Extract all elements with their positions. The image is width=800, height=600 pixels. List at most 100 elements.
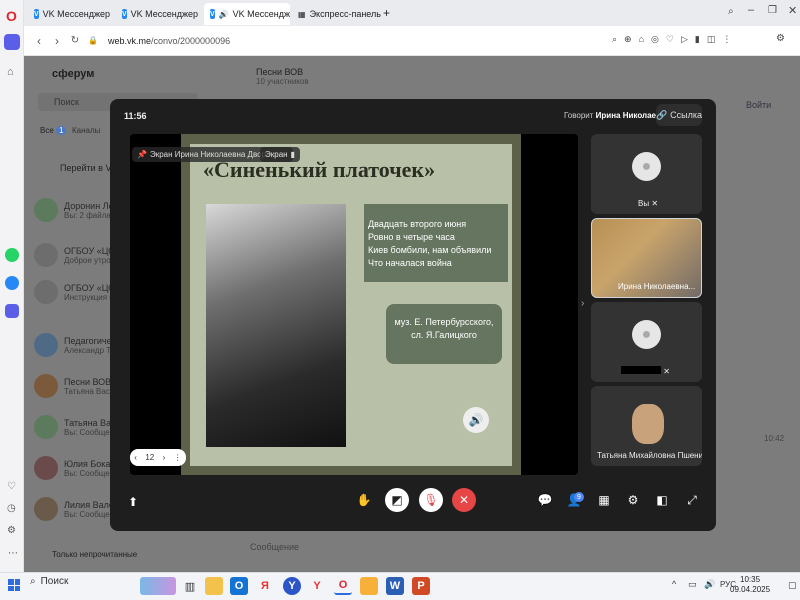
avatar — [34, 280, 58, 304]
end-call-button[interactable]: ✕ — [452, 488, 476, 512]
pip-icon[interactable]: ◧ — [650, 488, 674, 512]
mic-off-button[interactable]: 🎙 — [419, 488, 443, 512]
tab-vk-3[interactable]: V 🔊 VK Мессенджер — [204, 3, 290, 25]
volume-icon[interactable]: 🔊 — [704, 579, 715, 590]
vk-icon: V — [210, 9, 215, 19]
home-icon[interactable]: ⌂ — [7, 66, 14, 78]
participant-photo — [632, 404, 664, 444]
tab-vk-1[interactable]: V VK Мессенджер — [28, 3, 114, 25]
tab-all[interactable]: Все 1 — [40, 126, 67, 135]
avatar — [34, 198, 58, 222]
opera-taskbar-icon[interactable]: O — [334, 577, 352, 595]
notifications-icon[interactable]: ▢ — [788, 580, 797, 591]
word-icon[interactable]: W — [386, 577, 404, 595]
tray-chevron-icon[interactable]: ^ — [672, 579, 676, 589]
forward-button[interactable]: › — [48, 32, 66, 50]
chat-icon[interactable]: 💬 — [533, 488, 557, 512]
share-screen-icon[interactable]: ⬆ — [123, 492, 143, 512]
avatar — [34, 374, 58, 398]
address-bar-tools[interactable]: ⌕⊕⌂◎♡▷▮◫⋮ — [612, 34, 738, 45]
slide-sound-icon[interactable]: 🔊 — [463, 407, 489, 433]
vk-sidebar-icon[interactable] — [5, 276, 19, 290]
participants-count-badge: 9 — [574, 492, 584, 502]
reload-button[interactable]: ↻ — [66, 32, 84, 50]
call-timer: 11:56 — [124, 111, 147, 121]
unread-only-toggle[interactable]: Только непрочитанные — [52, 550, 137, 559]
credits-box: муз. Е. Петербурсского, сл. Я.Галицкого — [386, 304, 502, 364]
grid-icon: ▦ — [298, 9, 306, 19]
whatsapp-icon[interactable] — [5, 248, 19, 262]
more-icon[interactable]: ⋯ — [8, 548, 18, 559]
link-icon: 🔗 — [655, 109, 668, 120]
tab-channels[interactable]: Каналы — [72, 126, 100, 135]
screen-label: Экран ▮ — [260, 147, 300, 162]
avatar — [34, 415, 58, 439]
vk-icon: V — [122, 9, 127, 19]
copy-link-button[interactable]: 🔗 Ссылка — [656, 104, 702, 126]
opera-logo[interactable]: O — [6, 8, 17, 24]
outlook-icon[interactable]: O — [230, 577, 248, 595]
bookmark-app-icon[interactable] — [360, 577, 378, 595]
speaker-icon: 🔊 — [218, 9, 229, 19]
participant-tile[interactable]: Татьяна Михайловна Пшенина ✕ — [591, 386, 702, 466]
expand-panel-arrow[interactable]: › — [581, 298, 584, 309]
extensions-icon[interactable]: ⚙ — [776, 33, 785, 44]
windows-start-icon[interactable] — [8, 579, 20, 591]
join-call-button[interactable]: Войти — [746, 100, 771, 110]
tab-vk-2[interactable]: V VK Мессенджер — [116, 3, 202, 25]
user-avatar-icon: ● — [632, 152, 661, 181]
messenger-icon[interactable] — [5, 304, 19, 318]
camera-off-button[interactable]: ◩ — [385, 488, 409, 512]
raise-hand-button[interactable]: ✋ — [352, 488, 376, 512]
opera-sidebar: O ⌂ ♡ ◷ ⚙ ⋯ — [0, 0, 24, 572]
mic-muted-icon: ✕ — [651, 199, 659, 208]
url-field[interactable]: web.vk.me/convo/2000000096 — [108, 36, 230, 46]
system-clock[interactable]: 10:35 09.04.2025 — [730, 575, 770, 595]
tab-speed-dial[interactable]: ▦ Экспресс-панель — [292, 3, 384, 25]
participant-tile-active[interactable]: Ирина Николаевна... — [591, 218, 702, 298]
workspace-button[interactable] — [4, 34, 20, 50]
widgets-icon[interactable] — [140, 577, 176, 595]
yandex-browser-icon[interactable]: Y — [283, 577, 301, 595]
mic-muted-icon: ✕ — [663, 367, 670, 376]
participant-tile[interactable]: ● Вы ✕ — [591, 134, 702, 214]
task-view-icon[interactable]: ▥ — [181, 577, 199, 595]
address-bar: ‹ › ↻ 🔒 web.vk.me/convo/2000000096 ⌕⊕⌂◎♡… — [24, 26, 800, 56]
search-tabs-icon[interactable]: ⌕ — [728, 6, 734, 17]
layout-grid-icon[interactable]: ▦ — [592, 488, 616, 512]
close-window-button[interactable]: ✕ — [788, 4, 797, 17]
pin-icon: 📌 — [137, 150, 147, 159]
vk-logo: сферум — [52, 68, 95, 80]
history-icon[interactable]: ◷ — [7, 503, 16, 514]
yandex-icon[interactable]: Я — [256, 577, 274, 595]
page-selector[interactable]: ‹ 12 › ⋮ — [130, 449, 186, 466]
prev-page-button[interactable]: ‹ — [134, 453, 137, 462]
composer-input[interactable]: Сообщение — [250, 542, 299, 552]
more-icon[interactable]: ⋮ — [174, 453, 182, 462]
file-explorer-icon[interactable] — [205, 577, 223, 595]
search-icon: ⌕ — [30, 576, 36, 587]
singer-photo — [206, 204, 346, 447]
participant-tile[interactable]: ● ✕ — [591, 302, 702, 382]
next-page-button[interactable]: › — [163, 453, 166, 462]
camera-icon: ▮ — [290, 150, 295, 159]
powerpoint-icon[interactable]: P — [412, 577, 430, 595]
avatar — [34, 456, 58, 480]
taskbar-search[interactable]: ⌕ Поиск — [30, 576, 68, 587]
avatar — [34, 243, 58, 267]
minimize-button[interactable]: – — [748, 4, 754, 16]
heart-icon[interactable]: ♡ — [7, 481, 16, 492]
settings-icon[interactable]: ⚙ — [7, 525, 16, 536]
lyrics-box: Двадцать второго июня Ровно в четыре час… — [364, 204, 508, 282]
chat-header-sub: 10 участников — [256, 77, 309, 86]
back-button[interactable]: ‹ — [30, 32, 48, 50]
network-icon[interactable]: ▭ — [688, 579, 697, 590]
settings-gear-icon[interactable]: ⚙ — [621, 488, 645, 512]
maximize-button[interactable]: ❐ — [768, 5, 777, 16]
yandex-browser-alt-icon[interactable]: Y — [308, 577, 326, 595]
chat-header-title: Песни ВОВ — [256, 67, 304, 77]
tab-bar: V VK Мессенджер V VK Мессенджер V 🔊 VK М… — [24, 0, 800, 26]
fullscreen-icon[interactable]: ⤢ — [680, 488, 704, 512]
new-tab-button[interactable]: + — [383, 6, 390, 20]
lock-icon: 🔒 — [88, 36, 98, 45]
